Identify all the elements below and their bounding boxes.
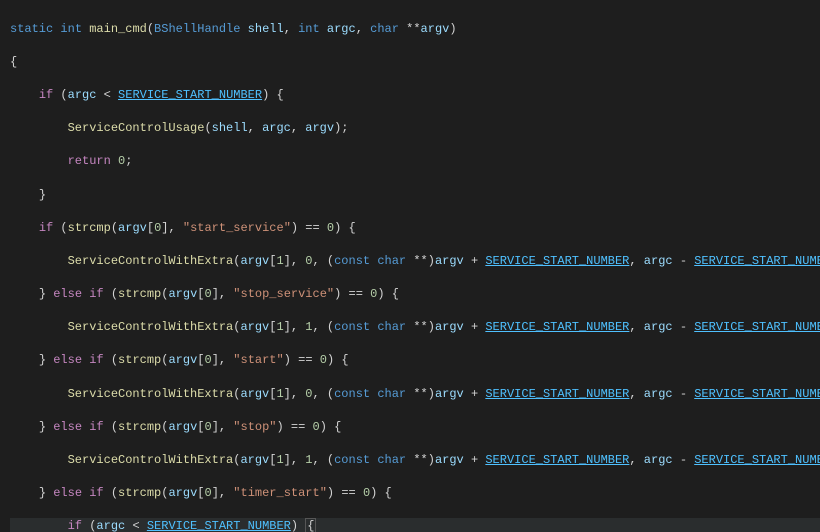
code-line: static int main_cmd(BShellHandle shell, …	[10, 21, 820, 38]
code-line: ServiceControlWithExtra(argv[1], 0, (con…	[10, 386, 820, 403]
code-line: {	[10, 54, 820, 71]
code-line: if (strcmp(argv[0], "start_service") == …	[10, 220, 820, 237]
code-line: }	[10, 187, 820, 204]
code-line-highlighted: if (argc < SERVICE_START_NUMBER) {	[10, 518, 820, 532]
code-line: } else if (strcmp(argv[0], "timer_start"…	[10, 485, 820, 502]
code-line: ServiceControlWithExtra(argv[1], 1, (con…	[10, 452, 820, 469]
code-line: ServiceControlUsage(shell, argc, argv);	[10, 120, 820, 137]
code-line: } else if (strcmp(argv[0], "stop") == 0)…	[10, 419, 820, 436]
code-editor[interactable]: static int main_cmd(BShellHandle shell, …	[0, 0, 820, 532]
code-line: } else if (strcmp(argv[0], "stop_service…	[10, 286, 820, 303]
code-line: ServiceControlWithExtra(argv[1], 1, (con…	[10, 319, 820, 336]
code-line: return 0;	[10, 153, 820, 170]
code-line: ServiceControlWithExtra(argv[1], 0, (con…	[10, 253, 820, 270]
bracket-match-open: {	[305, 518, 316, 532]
code-line: if (argc < SERVICE_START_NUMBER) {	[10, 87, 820, 104]
code-line: } else if (strcmp(argv[0], "start") == 0…	[10, 352, 820, 369]
